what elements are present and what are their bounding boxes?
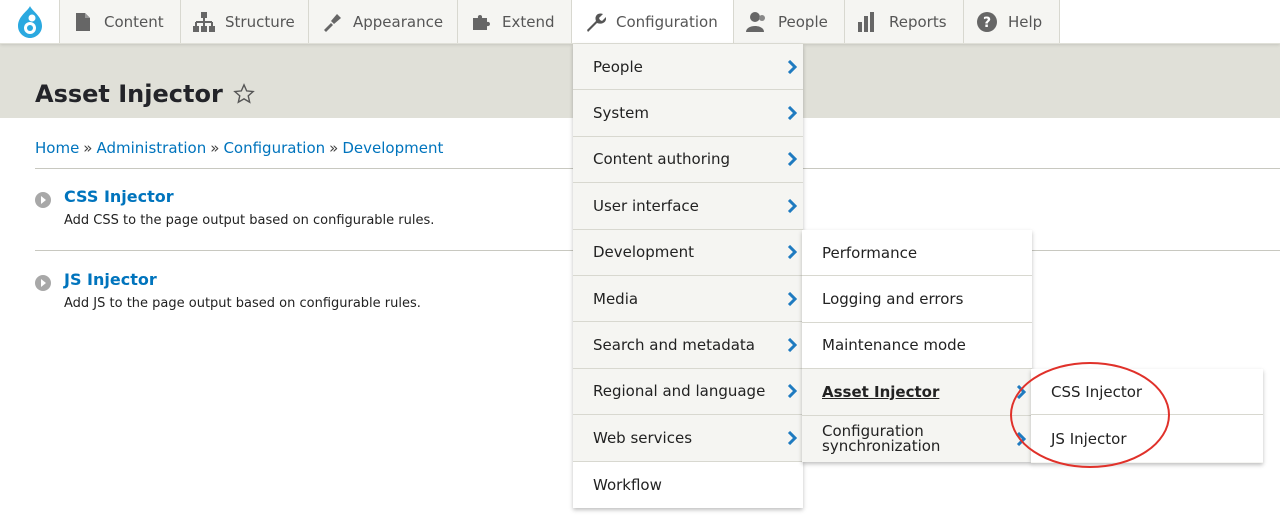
arrow-circle-icon <box>35 275 51 291</box>
js-injector-link[interactable]: JS Injector <box>64 270 157 289</box>
page-title-text: Asset Injector <box>35 80 223 108</box>
item-description: Add CSS to the page output based on conf… <box>64 213 435 228</box>
tab-structure[interactable]: Structure <box>181 0 309 43</box>
breadcrumb-separator: » <box>210 139 220 157</box>
tab-label: Appearance <box>353 12 444 31</box>
people-icon <box>746 11 768 33</box>
tab-extend[interactable]: Extend <box>458 0 572 43</box>
breadcrumb-separator: » <box>83 139 93 157</box>
menu-item-regional-and-language[interactable]: Regional and language <box>573 369 803 416</box>
menu-item-label: Logging and errors <box>822 290 964 309</box>
menu-item-label: Configuration synchronization <box>822 421 941 455</box>
tab-configuration[interactable]: Configuration <box>572 0 734 43</box>
menu-item-content-authoring[interactable]: Content authoring <box>573 137 803 184</box>
tab-label: People <box>778 12 828 31</box>
menu-item-label: JS Injector <box>1051 429 1127 448</box>
breadcrumb-configuration[interactable]: Configuration <box>223 139 325 157</box>
tab-content[interactable]: Content <box>60 0 181 43</box>
menu-item-maintenance-mode[interactable]: Maintenance mode <box>802 322 1032 370</box>
tab-people[interactable]: People <box>734 0 845 43</box>
chevron-right-icon <box>787 291 797 306</box>
tab-appearance[interactable]: Appearance <box>309 0 458 43</box>
page-title: Asset Injector <box>35 80 255 108</box>
asset-injector-submenu: CSS Injector JS Injector <box>1031 369 1263 463</box>
chevron-right-icon <box>1016 384 1026 399</box>
structure-icon <box>193 11 215 33</box>
menu-item-label: Content authoring <box>593 150 731 169</box>
menu-item-configuration-synchronization[interactable]: Configuration synchronization <box>802 416 1032 462</box>
tab-reports[interactable]: Reports <box>845 0 964 43</box>
breadcrumb: Home» Administration» Configuration» Develo… <box>35 139 443 157</box>
page-icon <box>72 11 94 33</box>
menu-item-css-injector[interactable]: CSS Injector <box>1031 369 1263 416</box>
menu-item-label: Regional and language <box>593 382 766 401</box>
menu-item-web-services[interactable]: Web services <box>573 415 803 462</box>
breadcrumb-home[interactable]: Home <box>35 139 79 157</box>
chevron-right-icon <box>787 59 797 74</box>
menu-item-label: Web services <box>593 428 693 447</box>
menu-item-system[interactable]: System <box>573 90 803 137</box>
tab-label: Help <box>1008 12 1043 31</box>
menu-item-search-and-metadata[interactable]: Search and metadata <box>573 322 803 369</box>
chevron-right-icon <box>787 152 797 167</box>
configuration-menu: People System Content authoring User int… <box>573 44 803 508</box>
menu-item-user-interface[interactable]: User interface <box>573 183 803 230</box>
menu-item-label: People <box>593 57 643 76</box>
menu-item-people[interactable]: People <box>573 44 803 91</box>
menu-item-asset-injector[interactable]: Asset Injector <box>802 369 1032 416</box>
menu-item-label: Workflow <box>593 475 662 494</box>
tab-label: Reports <box>889 12 947 31</box>
drupal-drop-icon <box>17 5 42 38</box>
chevron-right-icon <box>787 384 797 399</box>
puzzle-icon <box>470 11 492 33</box>
menu-item-js-injector[interactable]: JS Injector <box>1031 415 1263 462</box>
menu-item-media[interactable]: Media <box>573 276 803 323</box>
item-description: Add JS to the page output based on confi… <box>64 296 421 311</box>
wrench-icon <box>584 11 606 33</box>
breadcrumb-separator: » <box>329 139 339 157</box>
chevron-right-icon <box>787 430 797 445</box>
chevron-right-icon <box>787 245 797 260</box>
menu-item-label: Media <box>593 289 639 308</box>
menu-item-label: Development <box>593 243 694 262</box>
tab-label: Content <box>104 12 164 31</box>
menu-item-workflow[interactable]: Workflow <box>573 461 803 508</box>
tab-label: Structure <box>225 12 295 31</box>
menu-item-label: System <box>593 104 649 123</box>
menu-item-development[interactable]: Development <box>573 230 803 276</box>
admin-toolbar: Content Structure Appearance Extend Conf… <box>0 0 1280 44</box>
chevron-right-icon <box>787 198 797 213</box>
svg-text:?: ? <box>983 15 991 31</box>
css-injector-link[interactable]: CSS Injector <box>64 187 174 206</box>
help-icon: ? <box>976 11 998 33</box>
tab-help[interactable]: ? Help <box>964 0 1060 43</box>
tab-label: Extend <box>502 12 555 31</box>
menu-item-label: Maintenance mode <box>822 336 966 355</box>
arrow-circle-icon <box>35 192 51 208</box>
tab-label: Configuration <box>616 12 718 31</box>
breadcrumb-development[interactable]: Development <box>342 139 443 157</box>
chevron-right-icon <box>787 106 797 121</box>
chevron-right-icon <box>1016 431 1026 446</box>
paintbrush-icon <box>321 11 343 33</box>
menu-item-label: CSS Injector <box>1051 382 1143 401</box>
development-submenu: Performance Logging and errors Maintenan… <box>802 230 1032 462</box>
menu-item-label: Asset Injector <box>822 382 940 401</box>
bar-chart-icon <box>857 11 879 33</box>
menu-item-performance[interactable]: Performance <box>802 230 1032 277</box>
chevron-right-icon <box>787 338 797 353</box>
menu-item-label: User interface <box>593 196 699 215</box>
menu-item-label: Search and metadata <box>593 336 755 355</box>
breadcrumb-administration[interactable]: Administration <box>96 139 206 157</box>
menu-item-logging-and-errors[interactable]: Logging and errors <box>802 276 1032 323</box>
menu-item-label: Performance <box>822 243 918 262</box>
star-icon[interactable] <box>232 83 255 105</box>
home-logo[interactable] <box>0 0 60 43</box>
